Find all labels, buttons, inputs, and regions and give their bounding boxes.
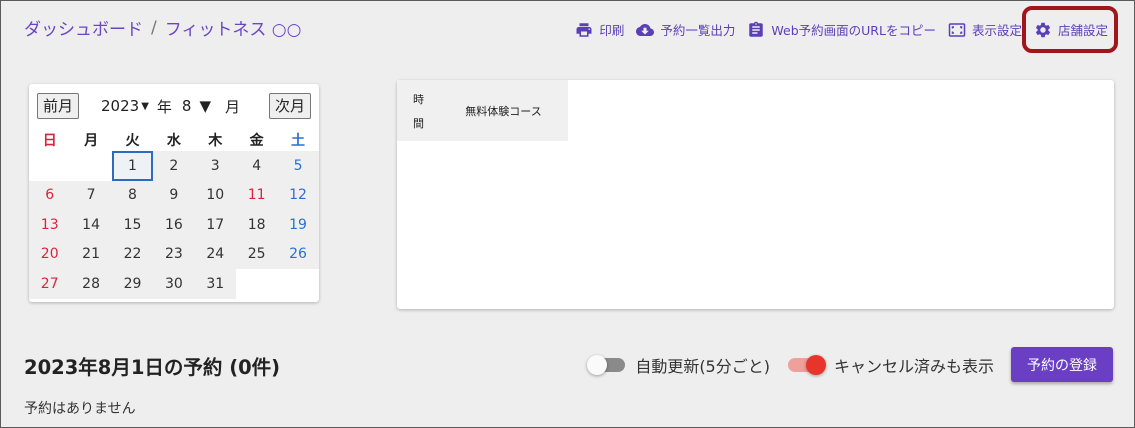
calendar-day[interactable]: 11 bbox=[235, 180, 278, 210]
store-settings-label: 店舗設定 bbox=[1057, 23, 1108, 38]
weekday-header: 火 bbox=[125, 132, 140, 149]
show-cancelled-label: キャンセル済みも表示 bbox=[833, 356, 994, 376]
schedule-panel: 時 間 無料体験コース bbox=[397, 80, 1114, 309]
schedule-header: 時 間 無料体験コース bbox=[397, 80, 1114, 141]
month-unit: 月 bbox=[225, 97, 241, 116]
calendar-day[interactable]: 6 bbox=[29, 180, 71, 210]
calendar-day[interactable]: 24 bbox=[194, 239, 236, 269]
copy-url-button[interactable]: Web予約画面のURLをコピー bbox=[747, 20, 936, 39]
breadcrumb-separator: / bbox=[151, 17, 157, 38]
calendar-day[interactable]: 28 bbox=[70, 269, 112, 299]
calendar-day[interactable]: 18 bbox=[235, 210, 278, 240]
month-select[interactable]: 8 ▼ bbox=[182, 97, 211, 115]
cloud-download-icon bbox=[636, 21, 655, 39]
calendar-day[interactable]: 2 bbox=[153, 151, 195, 181]
calendar-day[interactable]: 27 bbox=[29, 269, 71, 299]
weekday-header: 日 bbox=[42, 132, 57, 149]
calendar-day[interactable]: 29 bbox=[111, 269, 154, 299]
display-settings-button[interactable]: 表示設定 bbox=[948, 20, 1022, 39]
no-reservations-text: 予約はありません bbox=[24, 401, 136, 417]
year-value: 2023 bbox=[101, 97, 140, 115]
export-button[interactable]: 予約一覧出力 bbox=[636, 20, 735, 39]
calendar-day[interactable]: 31 bbox=[194, 269, 236, 299]
auto-refresh-toggle[interactable]: 自動更新(5分ごと) bbox=[587, 353, 770, 377]
breadcrumb-current: フィットネス ○○ bbox=[164, 20, 302, 40]
show-cancelled-switch[interactable] bbox=[787, 354, 826, 375]
calendar-header: 前月 2023 ▼ 年 8 ▼ 月 次月 bbox=[29, 84, 319, 128]
calendar-day[interactable]: 30 bbox=[153, 269, 195, 299]
store-settings-button[interactable]: 店舗設定 bbox=[1021, 6, 1118, 53]
calendar-day[interactable]: 25 bbox=[235, 239, 278, 269]
calendar-day[interactable]: 22 bbox=[111, 239, 154, 269]
calendar-day[interactable]: 21 bbox=[70, 239, 112, 269]
reservations-title: 2023年8月1日の予約 (0件) bbox=[24, 356, 281, 379]
calendar-day[interactable]: 4 bbox=[235, 151, 278, 181]
prev-month-button[interactable]: 前月 bbox=[37, 93, 80, 119]
calendar-grid: 日月火水木金土 1 2 3 4 5 6 7 8 9 10 11 12 13 14 15 16 17 18 19 20 21… bbox=[29, 128, 319, 299]
calendar-day[interactable]: 23 bbox=[153, 239, 195, 269]
breadcrumb: ダッシュボード / フィットネス ○○ bbox=[24, 15, 302, 41]
calendar-day[interactable]: 9 bbox=[153, 180, 195, 210]
calendar-empty-cell bbox=[235, 269, 278, 299]
calendar-day[interactable]: 5 bbox=[277, 151, 319, 181]
toolbar: 印刷 予約一覧出力 Web予約画面のURLをコピー 表示設定 店舗設定 bbox=[575, 6, 1118, 53]
clipboard-icon bbox=[747, 21, 765, 39]
time-header-char-1: 時 bbox=[413, 92, 424, 106]
calendar-day[interactable]: 15 bbox=[111, 210, 154, 240]
time-header-char-2: 間 bbox=[413, 116, 424, 130]
export-label: 予約一覧出力 bbox=[660, 23, 736, 38]
calendar-empty-cell bbox=[70, 151, 112, 181]
month-value: 8 bbox=[181, 97, 192, 115]
calendar-day[interactable]: 26 bbox=[277, 239, 319, 269]
calendar-day[interactable]: 7 bbox=[70, 180, 112, 210]
weekday-header: 月 bbox=[84, 132, 99, 149]
reservation-controls: 自動更新(5分ごと) キャンセル済みも表示 予約の登録 bbox=[587, 347, 1113, 382]
register-reservation-button[interactable]: 予約の登録 bbox=[1011, 347, 1113, 382]
calendar-day[interactable]: 10 bbox=[194, 180, 236, 210]
year-unit: 年 bbox=[156, 97, 172, 116]
calendar-day[interactable]: 19 bbox=[277, 210, 319, 240]
calendar-day[interactable]: 16 bbox=[153, 210, 195, 240]
calendar-empty-cell bbox=[277, 269, 319, 299]
calendar-day[interactable]: 17 bbox=[194, 210, 236, 240]
calendar-empty-cell bbox=[29, 151, 71, 181]
auto-refresh-switch[interactable] bbox=[587, 354, 626, 375]
calendar-day[interactable]: 13 bbox=[29, 210, 71, 240]
calendar-day[interactable]: 14 bbox=[70, 210, 112, 240]
weekday-header: 木 bbox=[208, 132, 223, 149]
calendar-day[interactable]: 12 bbox=[277, 180, 319, 210]
calendar-day[interactable]: 3 bbox=[194, 151, 236, 181]
print-label: 印刷 bbox=[599, 23, 625, 38]
fullscreen-icon bbox=[948, 21, 966, 39]
weekday-header: 金 bbox=[249, 132, 264, 149]
chevron-down-icon: ▼ bbox=[141, 100, 149, 112]
calendar-day[interactable]: 1 bbox=[111, 151, 154, 181]
display-settings-label: 表示設定 bbox=[971, 23, 1022, 38]
printer-icon bbox=[575, 21, 593, 39]
auto-refresh-label: 自動更新(5分ごと) bbox=[635, 356, 770, 376]
calendar: 前月 2023 ▼ 年 8 ▼ 月 次月 日月火水木金土 1 2 3 4 5 6 7 8 9 10 1… bbox=[29, 84, 319, 302]
calendar-day[interactable]: 20 bbox=[29, 239, 71, 269]
course-column-header: 無料体験コース bbox=[439, 80, 568, 141]
calendar-day[interactable]: 8 bbox=[111, 180, 154, 210]
time-column-header: 時 間 bbox=[397, 80, 439, 141]
chevron-down-icon: ▼ bbox=[199, 97, 212, 115]
weekday-header: 水 bbox=[166, 132, 181, 149]
show-cancelled-toggle[interactable]: キャンセル済みも表示 bbox=[787, 353, 994, 377]
year-select[interactable]: 2023 ▼ bbox=[101, 97, 149, 115]
copy-url-label: Web予約画面のURLをコピー bbox=[771, 23, 936, 38]
weekday-header: 土 bbox=[291, 132, 306, 149]
gear-icon bbox=[1034, 21, 1052, 39]
print-button[interactable]: 印刷 bbox=[575, 20, 624, 39]
breadcrumb-home-link[interactable]: ダッシュボード bbox=[24, 15, 143, 40]
next-month-button[interactable]: 次月 bbox=[268, 93, 311, 119]
